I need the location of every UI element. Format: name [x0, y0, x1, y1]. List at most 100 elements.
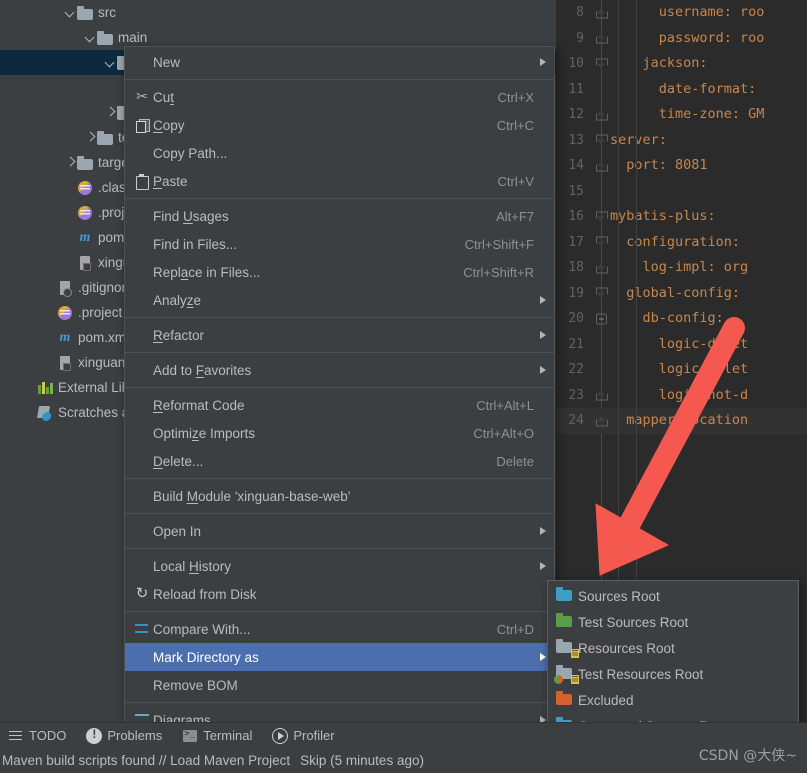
menu-item-copy-path[interactable]: Copy Path...	[125, 139, 554, 167]
menu-item-label: Reload from Disk	[153, 586, 257, 602]
code-text: password: roo	[610, 29, 765, 46]
mark-directory-as-submenu[interactable]: Sources Root Test Sources Root Resources R…	[547, 580, 799, 742]
menu-item-refactor[interactable]: Refactor	[125, 321, 554, 349]
code-text: port: 8081	[610, 157, 708, 173]
fold-marker[interactable]	[596, 134, 608, 146]
fold-marker[interactable]	[596, 33, 608, 44]
menu-item-paste[interactable]: Paste Ctrl+V	[125, 167, 554, 195]
code-line: 12 time-zone: GM	[556, 102, 807, 128]
bottom-tool-window-bar[interactable]: TODO Problems Terminal Profiler	[0, 722, 807, 748]
line-number[interactable]: 13	[556, 128, 584, 154]
line-number[interactable]: 9	[556, 26, 584, 52]
menu-item-copy[interactable]: Copy Ctrl+C	[125, 111, 554, 139]
code-line: 21 logic-delet	[556, 332, 807, 358]
resources-badge	[571, 649, 579, 658]
menu-item-label: Compare With...	[153, 621, 251, 637]
menu-item-build-module-xinguan-base-web[interactable]: Build Module 'xinguan-base-web'	[125, 482, 554, 510]
submenu-item-test-sources-root[interactable]: Test Sources Root	[548, 609, 798, 635]
line-number[interactable]: 11	[556, 77, 584, 103]
project-context-menu[interactable]: New ✂ Cut Ctrl+X Copy Ctrl+C Copy Path... Paste…	[124, 46, 555, 773]
folder-icon-test-sources-root	[556, 613, 578, 630]
line-number[interactable]: 15	[556, 179, 584, 205]
menu-item-local-history[interactable]: Local History	[125, 552, 554, 580]
fold-marker[interactable]	[596, 415, 608, 427]
status-action[interactable]: Skip (5 minutes ago)	[300, 753, 424, 768]
fold-marker[interactable]	[596, 160, 608, 172]
menu-item-reformat-code[interactable]: Reformat Code Ctrl+Alt+L	[125, 391, 554, 419]
submenu-item-resources-root[interactable]: Resources Root	[548, 635, 798, 661]
line-number[interactable]: 14	[556, 153, 584, 179]
menu-item-reload-from-disk[interactable]: ↻ Reload from Disk	[125, 580, 554, 608]
fold-marker[interactable]	[596, 287, 608, 299]
menu-item-icon	[131, 623, 153, 635]
line-number[interactable]: 8	[556, 0, 584, 26]
tool-window-button-problems[interactable]: Problems	[78, 723, 174, 749]
submenu-item-test-resources-root[interactable]: Test Resources Root	[548, 661, 798, 687]
line-number[interactable]: 23	[556, 383, 584, 409]
tool-window-button-profiler[interactable]: Profiler	[264, 723, 346, 749]
menu-item-find-in-files[interactable]: Find in Files... Ctrl+Shift+F	[125, 230, 554, 258]
reload-icon: ↻	[135, 585, 149, 602]
code-line: 8 username: roo	[556, 0, 807, 26]
code-text: username: roo	[610, 4, 765, 20]
line-number[interactable]: 20	[556, 306, 584, 332]
line-number[interactable]: 10	[556, 51, 584, 77]
terminal-icon	[182, 728, 198, 744]
menu-item-analyze[interactable]: Analyze	[125, 286, 554, 314]
menu-item-compare-with[interactable]: Compare With... Ctrl+D	[125, 615, 554, 643]
fold-marker[interactable]	[596, 236, 608, 248]
menu-item-icon: ✂	[131, 90, 153, 104]
tree-expand-arrow[interactable]	[64, 150, 77, 175]
line-number[interactable]: 19	[556, 281, 584, 307]
line-number[interactable]: 12	[556, 102, 584, 128]
menu-item-replace-in-files[interactable]: Replace in Files... Ctrl+Shift+R	[125, 258, 554, 286]
tree-expand-arrow[interactable]	[84, 25, 97, 50]
watermark: CSDN @大侠~	[698, 748, 797, 764]
fold-marker[interactable]	[596, 7, 608, 19]
menu-item-remove-bom[interactable]: Remove BOM	[125, 671, 554, 699]
line-number[interactable]: 17	[556, 230, 584, 256]
tool-window-button-todo[interactable]: TODO	[0, 723, 78, 749]
menu-item-mark-directory-as[interactable]: Mark Directory as	[125, 643, 554, 671]
maven-icon: m	[79, 229, 91, 245]
menu-separator	[125, 478, 554, 479]
fold-marker[interactable]	[596, 390, 608, 401]
tree-expand-arrow[interactable]	[64, 0, 77, 25]
submenu-item-sources-root[interactable]: Sources Root	[548, 583, 798, 609]
line-number[interactable]: 16	[556, 204, 584, 230]
tree-expand-arrow	[44, 325, 57, 350]
menu-item-label: Find Usages	[153, 208, 229, 224]
tree-expand-arrow[interactable]	[104, 100, 117, 125]
line-number[interactable]: 18	[556, 255, 584, 281]
menu-item-find-usages[interactable]: Find Usages Alt+F7	[125, 202, 554, 230]
line-number[interactable]: 21	[556, 332, 584, 358]
cut-icon: ✂	[136, 89, 148, 105]
menu-item-cut[interactable]: ✂ Cut Ctrl+X	[125, 83, 554, 111]
tree-row[interactable]: src	[0, 0, 556, 25]
scratches-icon	[36, 405, 53, 421]
submenu-item-excluded[interactable]: Excluded	[548, 687, 798, 713]
menu-separator	[125, 548, 554, 549]
tree-expand-arrow[interactable]	[104, 50, 117, 75]
line-number[interactable]: 24	[556, 408, 584, 434]
code-line: 22 logic-delet	[556, 357, 807, 383]
menu-item-optimize-imports[interactable]: Optimize Imports Ctrl+Alt+O	[125, 419, 554, 447]
fold-marker[interactable]	[596, 211, 608, 222]
code-line: 11 date-format:	[556, 77, 807, 103]
line-number[interactable]: 22	[556, 357, 584, 383]
fold-marker[interactable]	[596, 58, 608, 69]
tree-expand-arrow[interactable]	[84, 125, 97, 150]
fold-marker[interactable]	[596, 262, 608, 274]
menu-item-new[interactable]: New	[125, 48, 554, 76]
code-line: 15	[556, 179, 807, 205]
compare-icon	[135, 623, 149, 635]
tool-window-button-terminal[interactable]: Terminal	[174, 723, 264, 749]
menu-separator	[125, 352, 554, 353]
code-line: 17 configuration:	[556, 230, 807, 256]
menu-item-add-to-favorites[interactable]: Add to Favorites	[125, 356, 554, 384]
fold-marker[interactable]	[596, 313, 607, 325]
menu-item-delete[interactable]: Delete... Delete	[125, 447, 554, 475]
tree-expand-arrow	[44, 350, 57, 375]
menu-item-open-in[interactable]: Open In	[125, 517, 554, 545]
fold-marker[interactable]	[596, 109, 608, 121]
